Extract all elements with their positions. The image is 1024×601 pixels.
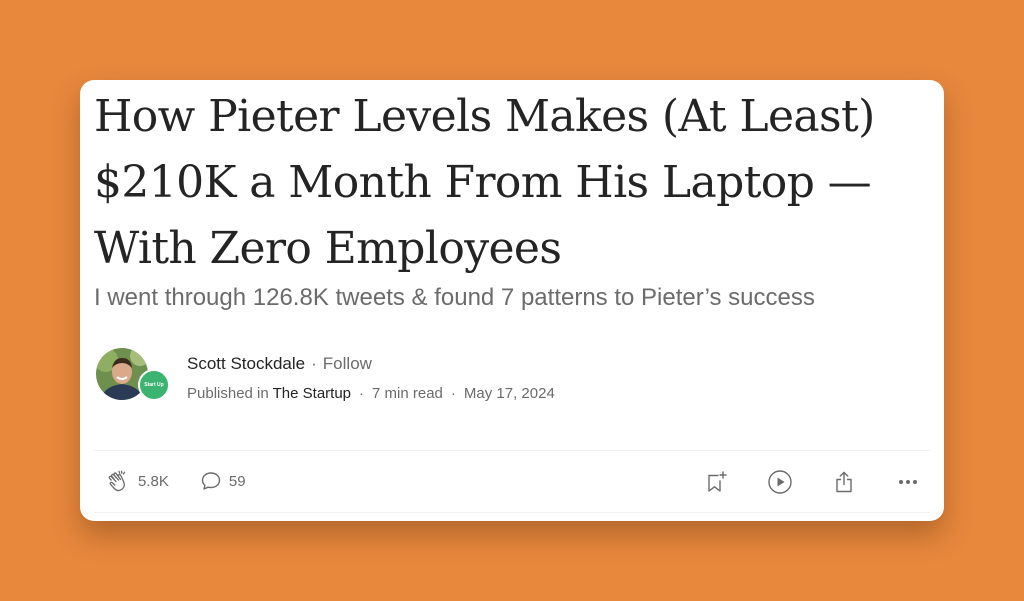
listen-button[interactable] <box>766 468 794 496</box>
more-options-button[interactable] <box>894 468 922 496</box>
play-icon <box>768 470 792 494</box>
engagement-bar: 5.8K 59 <box>106 468 246 494</box>
author-byline: Scott Stockdale · Follow <box>187 353 372 375</box>
meta-separator-2: · <box>450 385 456 402</box>
byline-separator: · <box>311 354 317 373</box>
comment-icon <box>201 472 221 490</box>
responses-button[interactable]: 59 <box>199 469 246 493</box>
response-count: 59 <box>228 472 246 490</box>
bookmark-button[interactable] <box>702 468 730 496</box>
meta-separator-1: · <box>359 385 365 402</box>
action-bar-top-divider <box>94 450 930 451</box>
clap-button[interactable]: 5.8K <box>106 468 169 494</box>
follow-button[interactable]: Follow <box>323 354 372 373</box>
article-title: How Pieter Levels Makes (At Least) $210K… <box>94 84 924 282</box>
clap-count: 5.8K <box>138 472 169 490</box>
action-bar-bottom-divider <box>94 512 930 513</box>
author-name[interactable]: Scott Stockdale <box>187 354 305 373</box>
bookmark-add-icon <box>708 471 727 492</box>
article-title-line-2: $210K a Month From His Laptop — <box>94 157 872 208</box>
read-time: 7 min read <box>372 385 443 402</box>
article-title-line-1: How Pieter Levels Makes (At Least) <box>94 91 875 142</box>
article-card: How Pieter Levels Makes (At Least) $210K… <box>80 80 944 521</box>
clap-icon <box>108 470 126 492</box>
share-icon <box>836 471 852 493</box>
more-icon <box>899 480 917 484</box>
publication-badge-label: Start Up <box>144 382 164 388</box>
article-subtitle: I went through 126.8K tweets & found 7 p… <box>94 284 815 311</box>
published-in-label: Published in <box>187 385 269 402</box>
article-meta: Published in The Startup · 7 min read · May … <box>187 383 555 405</box>
publication-link[interactable]: The Startup <box>273 385 351 402</box>
share-button[interactable] <box>830 468 858 496</box>
publication-badge[interactable]: Start Up <box>138 369 170 401</box>
article-title-line-3: With Zero Employees <box>94 223 562 274</box>
publish-date: May 17, 2024 <box>463 385 555 402</box>
article-actions <box>702 468 922 496</box>
